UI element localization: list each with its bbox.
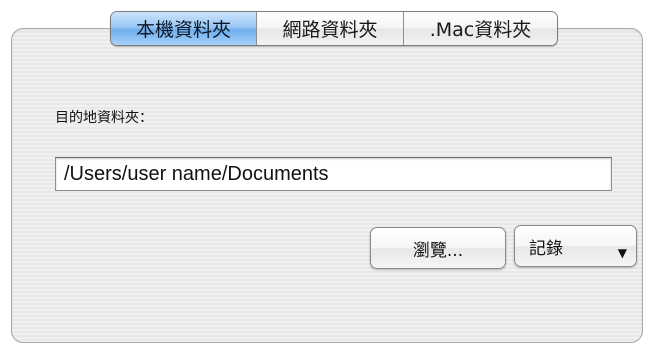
window-content: 本機資料夾 網路資料夾 .Mac資料夾 目的地資料夾： 瀏覽... 記錄 ▼ (0, 0, 645, 351)
destination-path-field[interactable] (55, 157, 612, 191)
tab-mac-folder[interactable]: .Mac資料夾 (404, 12, 557, 45)
history-popup-button[interactable]: 記錄 ▼ (514, 225, 637, 267)
destination-folder-label: 目的地資料夾： (55, 110, 153, 126)
browse-button[interactable]: 瀏覽... (370, 227, 506, 269)
folder-type-tabs: 本機資料夾 網路資料夾 .Mac資料夾 (110, 11, 558, 46)
history-button-label: 記錄 (529, 238, 563, 259)
browse-button-label: 瀏覽... (412, 240, 464, 261)
tab-local-folder[interactable]: 本機資料夾 (111, 12, 257, 45)
tab-network-folder[interactable]: 網路資料夾 (257, 12, 404, 45)
triangle-down-icon: ▼ (617, 246, 627, 260)
